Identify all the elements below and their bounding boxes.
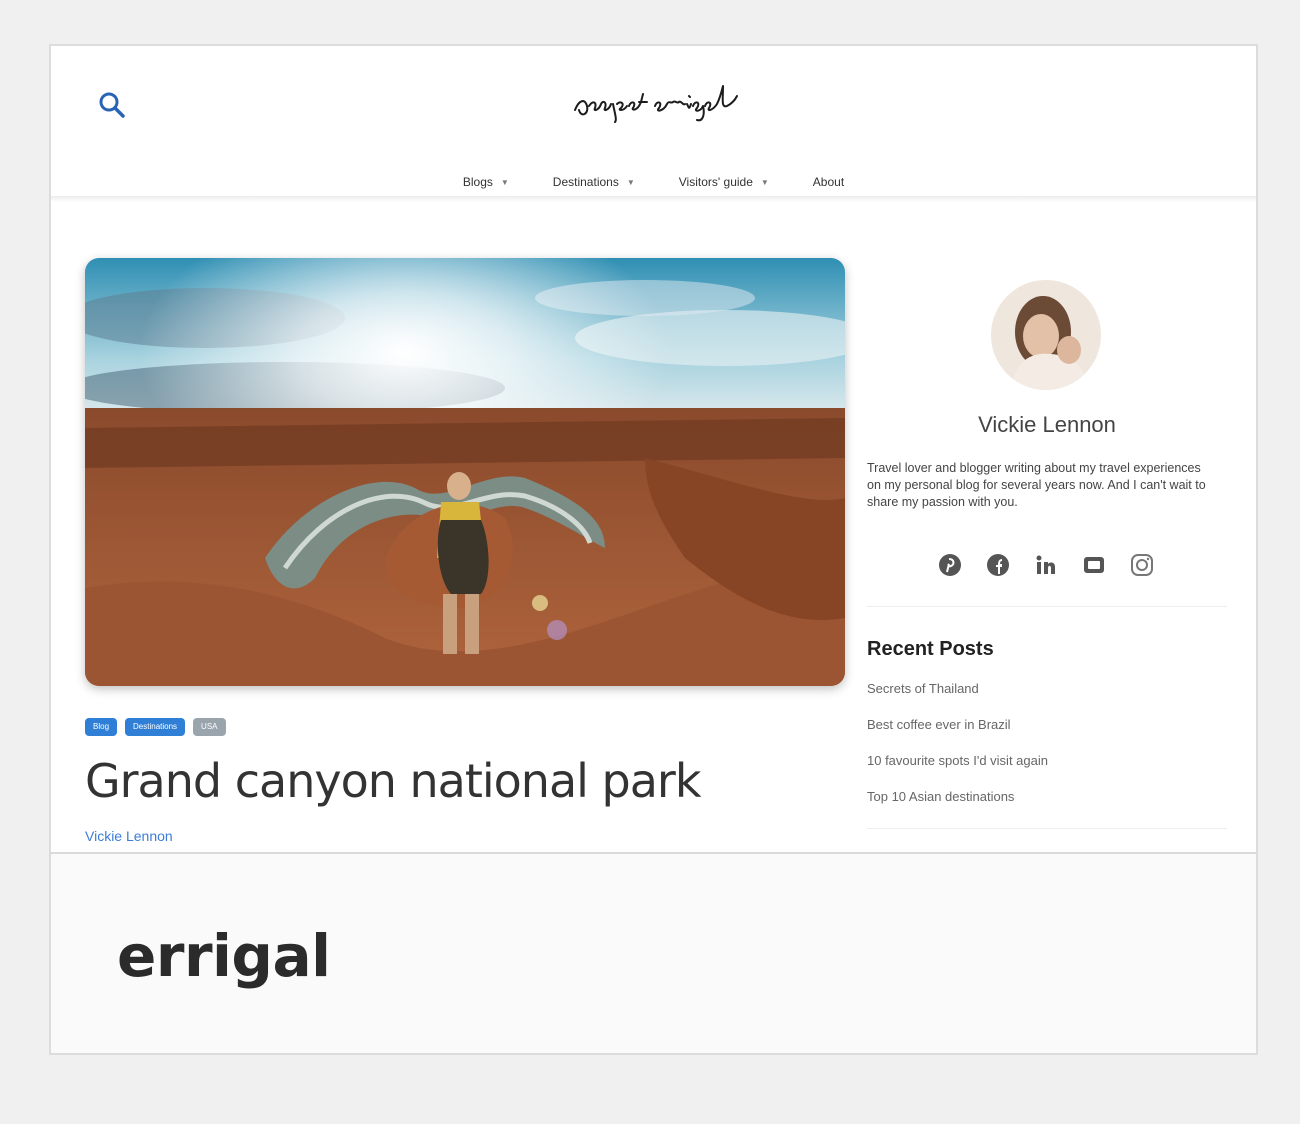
search-icon xyxy=(99,92,125,118)
theme-card[interactable]: Blogs ▼ Destinations ▼ Visitors' guide ▼… xyxy=(49,44,1258,1055)
recent-post-link[interactable]: Top 10 Asian destinations xyxy=(867,788,1048,824)
nav-item-label: Visitors' guide xyxy=(678,175,753,189)
avatar-photo xyxy=(991,280,1101,390)
featured-image[interactable] xyxy=(85,258,845,686)
theme-card-footer: errigal xyxy=(51,852,1256,1053)
chevron-down-icon: ▼ xyxy=(760,177,769,187)
theme-preview: Blogs ▼ Destinations ▼ Visitors' guide ▼… xyxy=(51,46,1256,852)
facebook-icon xyxy=(987,554,1009,576)
chevron-down-icon: ▼ xyxy=(500,177,509,187)
tag-destinations[interactable]: Destinations xyxy=(125,718,186,736)
logo-signature xyxy=(574,85,738,123)
author-name: Vickie Lennon xyxy=(978,412,1116,437)
pinterest-link[interactable] xyxy=(937,552,963,578)
youtube-icon xyxy=(1084,557,1104,573)
sidebar-divider xyxy=(867,828,1227,829)
canyon-photo xyxy=(85,258,845,686)
nav-item-label: About xyxy=(812,175,845,189)
avatar xyxy=(991,280,1101,390)
site-logo[interactable] xyxy=(571,80,781,124)
linkedin-link[interactable] xyxy=(1033,552,1059,578)
chevron-down-icon: ▼ xyxy=(626,177,635,187)
social-links xyxy=(937,552,1155,578)
tag-usa[interactable]: USA xyxy=(193,718,226,736)
instagram-icon xyxy=(1131,554,1153,576)
nav-item-destinations[interactable]: Destinations ▼ xyxy=(553,175,635,189)
main-nav: Blogs ▼ Destinations ▼ Visitors' guide ▼… xyxy=(51,166,1256,198)
recent-posts-heading: Recent Posts xyxy=(867,638,994,660)
nav-item-blogs[interactable]: Blogs ▼ xyxy=(463,175,509,189)
linkedin-icon xyxy=(1036,555,1055,574)
nav-item-label: Destinations xyxy=(552,175,619,189)
nav-item-about[interactable]: About xyxy=(813,175,844,189)
theme-name: errigal xyxy=(117,922,331,990)
post-title[interactable]: Grand canyon national park xyxy=(85,754,701,808)
nav-item-label: Blogs xyxy=(462,175,493,189)
pinterest-icon xyxy=(939,554,961,576)
search-button[interactable] xyxy=(97,90,127,120)
author-bio: Travel lover and blogger writing about m… xyxy=(867,461,1206,509)
post-tags: Blog Destinations USA xyxy=(85,718,226,736)
nav-item-visitors-guide[interactable]: Visitors' guide ▼ xyxy=(679,175,769,189)
post-author-link[interactable]: Vickie Lennon xyxy=(85,828,173,844)
instagram-link[interactable] xyxy=(1129,552,1155,578)
recent-post-link[interactable]: Best coffee ever in Brazil xyxy=(867,716,1048,752)
facebook-link[interactable] xyxy=(985,552,1011,578)
recent-post-link[interactable]: Secrets of Thailand xyxy=(867,680,1048,716)
sidebar-divider xyxy=(867,606,1227,607)
youtube-link[interactable] xyxy=(1081,552,1107,578)
tag-blog[interactable]: Blog xyxy=(85,718,118,736)
recent-post-link[interactable]: 10 favourite spots I'd visit again xyxy=(867,752,1048,788)
recent-posts-list: Secrets of Thailand Best coffee ever in … xyxy=(867,680,1048,824)
nav-divider xyxy=(51,196,1256,202)
